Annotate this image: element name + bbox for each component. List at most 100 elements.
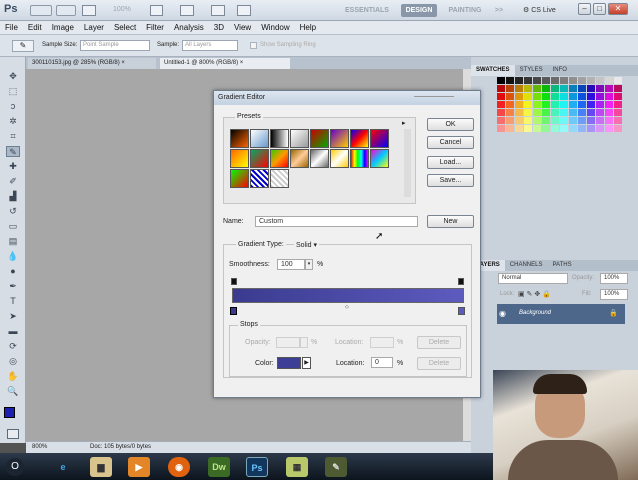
preset-swatches[interactable] <box>230 129 391 188</box>
view-extras-icon[interactable] <box>82 5 96 16</box>
pen-tool-icon[interactable]: ✒ <box>6 281 20 292</box>
color-swatch[interactable] <box>578 93 586 100</box>
zoom-level[interactable]: 100% <box>113 6 131 13</box>
color-swatch[interactable] <box>551 85 559 92</box>
color-swatch[interactable] <box>524 77 532 84</box>
color-swatch[interactable] <box>560 101 568 108</box>
eraser-tool-icon[interactable]: ▭ <box>6 221 20 232</box>
menu-filter[interactable]: Filter <box>141 21 169 32</box>
color-swatch[interactable] <box>605 109 613 116</box>
rotate-view-icon[interactable] <box>180 5 194 16</box>
menu-view[interactable]: View <box>229 21 256 32</box>
gradient-type-select[interactable]: Solid ▾ <box>294 241 320 249</box>
show-ring-checkbox[interactable] <box>250 42 257 49</box>
color-swatch[interactable] <box>533 125 541 132</box>
color-swatch[interactable] <box>551 125 559 132</box>
zoom-tool-icon[interactable]: 🔍 <box>6 386 20 397</box>
visibility-eye-icon[interactable]: ◉ <box>499 309 506 318</box>
color-swatch[interactable] <box>569 101 577 108</box>
blur-tool-icon[interactable]: 💧 <box>6 251 20 262</box>
color-swatch[interactable] <box>524 109 532 116</box>
menu-help[interactable]: Help <box>295 21 321 32</box>
color-swatch[interactable] <box>542 85 550 92</box>
media-player-icon[interactable]: ▶ <box>128 457 150 477</box>
stop-color-swatch[interactable] <box>277 357 301 369</box>
tab-paths[interactable]: PATHS <box>547 260 576 271</box>
color-swatch[interactable] <box>587 93 595 100</box>
color-stop-right[interactable] <box>458 307 465 315</box>
preset-swatch[interactable] <box>290 149 309 168</box>
presets-menu-arrow-icon[interactable]: ▸ <box>402 119 406 127</box>
color-swatch[interactable] <box>542 117 550 124</box>
midpoint-diamond-icon[interactable]: ◇ <box>345 304 349 310</box>
stamp-tool-icon[interactable]: ▟ <box>6 191 20 202</box>
cs-live[interactable]: ⚙ CS Live <box>523 6 556 14</box>
color-swatch[interactable] <box>551 101 559 108</box>
color-swatch[interactable] <box>506 117 514 124</box>
workspace-more[interactable]: >> <box>491 4 507 17</box>
tab-channels[interactable]: CHANNELS <box>505 260 548 271</box>
color-swatch[interactable] <box>506 109 514 116</box>
quick-mask-icon[interactable] <box>7 429 19 439</box>
color-swatch[interactable] <box>596 77 604 84</box>
color-swatch[interactable] <box>551 93 559 100</box>
color-swatch[interactable] <box>560 109 568 116</box>
color-swatch[interactable] <box>587 101 595 108</box>
workspace-painting[interactable]: PAINTING <box>443 4 487 17</box>
color-swatch[interactable] <box>497 109 505 116</box>
color-swatch[interactable] <box>524 125 532 132</box>
preset-swatch[interactable] <box>310 129 329 148</box>
color-swatch[interactable] <box>605 125 613 132</box>
bridge-button[interactable] <box>30 5 52 16</box>
color-swatch[interactable] <box>506 125 514 132</box>
preset-swatch[interactable] <box>230 149 249 168</box>
color-swatch[interactable] <box>569 117 577 124</box>
color-swatch[interactable] <box>497 77 505 84</box>
menu-analysis[interactable]: Analysis <box>169 21 209 32</box>
workspace-design[interactable]: DESIGN <box>401 4 437 17</box>
firefox-icon[interactable]: ◉ <box>168 457 190 477</box>
color-swatch[interactable] <box>569 125 577 132</box>
color-swatch[interactable] <box>596 101 604 108</box>
color-swatch[interactable] <box>614 109 622 116</box>
preset-swatch[interactable] <box>230 169 249 188</box>
color-swatch[interactable] <box>560 85 568 92</box>
preset-swatch[interactable] <box>250 129 269 148</box>
preset-swatch[interactable] <box>370 149 389 168</box>
preset-swatch[interactable] <box>270 129 289 148</box>
color-swatch[interactable] <box>515 109 523 116</box>
menu-image[interactable]: Image <box>47 21 79 32</box>
opacity-stop-left[interactable] <box>231 278 237 285</box>
layer-row-background[interactable]: ◉ Background 🔒 <box>497 304 625 324</box>
layer-opacity-field[interactable]: 100% <box>600 273 628 284</box>
color-swatch[interactable] <box>497 85 505 92</box>
preset-swatch[interactable] <box>290 129 309 148</box>
color-swatch[interactable] <box>605 77 613 84</box>
color-swatch[interactable] <box>569 85 577 92</box>
presets-scrollbar[interactable] <box>404 129 411 197</box>
color-swatch[interactable] <box>578 125 586 132</box>
preset-swatch[interactable] <box>270 169 289 188</box>
cancel-button[interactable]: Cancel <box>427 136 474 149</box>
menu-window[interactable]: Window <box>256 21 294 32</box>
preset-swatch[interactable] <box>330 129 349 148</box>
quick-select-tool-icon[interactable]: ✲ <box>6 116 20 127</box>
color-stop-left[interactable] <box>230 307 237 315</box>
swatch-grid[interactable] <box>497 77 625 135</box>
color-swatch[interactable] <box>515 77 523 84</box>
color-swatch[interactable] <box>587 77 595 84</box>
move-tool-icon[interactable]: ✥ <box>6 71 20 82</box>
color-swatch[interactable] <box>506 85 514 92</box>
menu-layer[interactable]: Layer <box>79 21 109 32</box>
preset-swatch[interactable] <box>270 149 289 168</box>
color-swatch[interactable] <box>578 77 586 84</box>
color-swatch[interactable] <box>551 109 559 116</box>
color-swatch[interactable] <box>605 101 613 108</box>
explorer-icon[interactable]: ▆ <box>90 457 112 477</box>
menu-edit[interactable]: Edit <box>23 21 47 32</box>
color-swatch[interactable] <box>614 77 622 84</box>
color-swatch[interactable] <box>533 77 541 84</box>
minimize-button[interactable]: – <box>578 3 591 15</box>
color-swatch[interactable] <box>515 85 523 92</box>
preset-swatch[interactable] <box>250 149 269 168</box>
